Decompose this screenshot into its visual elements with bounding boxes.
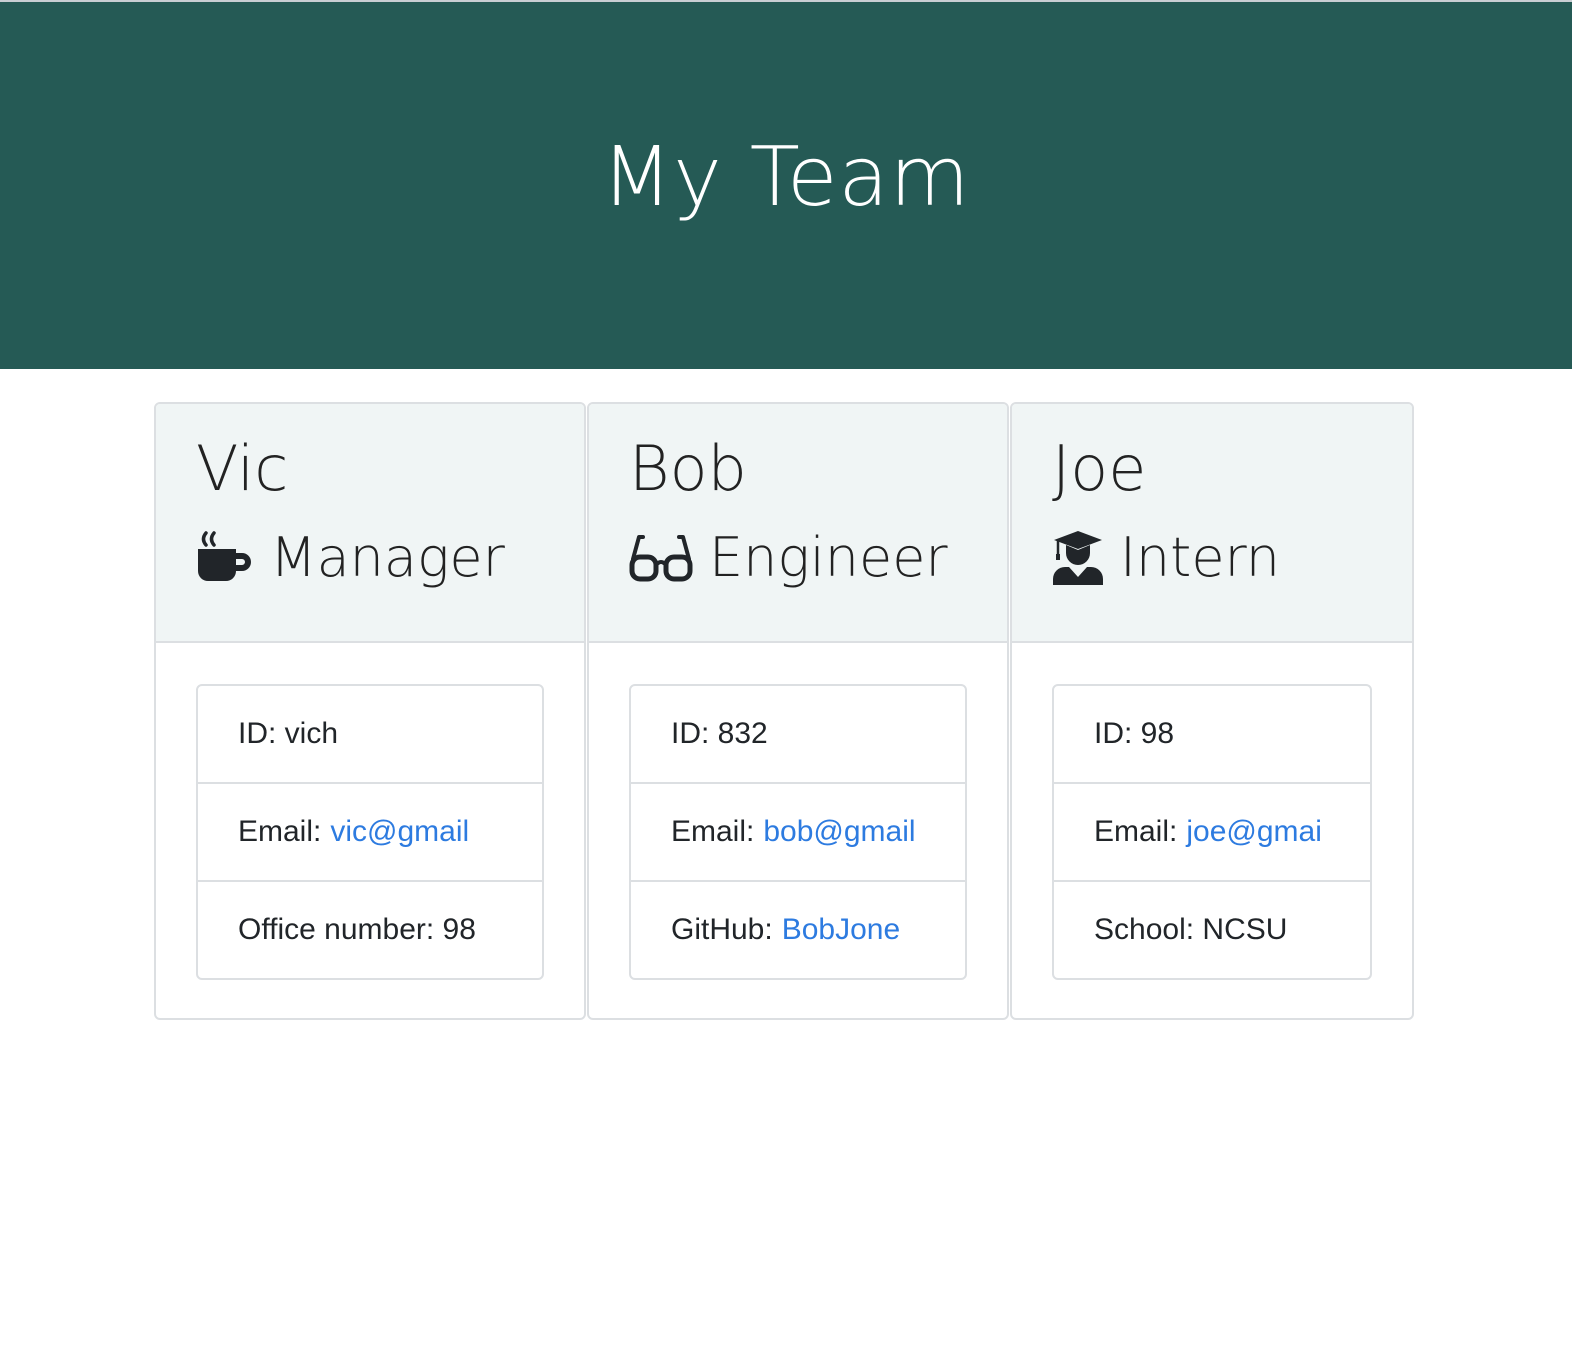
employee-role: Intern [1052,526,1280,589]
github-link[interactable]: BobJone [782,913,900,947]
page-header: My Team [0,2,1572,369]
github-label: GitHub: [671,913,773,946]
employee-name: Bob [629,432,747,505]
list-item-email: Email: vic@gmail [198,784,542,882]
role-label: Intern [1120,526,1281,589]
employee-details-list: ID: 98 Email: joe@gmai School: NCSU [1052,684,1372,980]
list-item-github: GitHub: BobJone [631,882,965,978]
card-header: Vic Manager [156,404,584,643]
employee-name: Vic [196,432,289,505]
page-title: My Team [601,130,971,225]
role-label: Engineer [709,526,948,589]
employee-card-manager: Vic Manager ID: vich Email: vic@gmail Of… [154,402,586,1020]
email-link[interactable]: vic@gmail [330,815,469,849]
graduate-icon [1052,529,1104,587]
office-number-text: Office number: 98 [238,913,476,946]
id-text: ID: vich [238,717,339,750]
list-item-email: Email: bob@gmail [631,784,965,882]
list-item-id: ID: vich [198,686,542,784]
email-label: Email: [1094,815,1178,848]
id-text: ID: 98 [1094,717,1175,750]
employee-name: Joe [1052,432,1147,505]
email-label: Email: [238,815,322,848]
email-link[interactable]: bob@gmail [763,815,915,849]
id-text: ID: 832 [671,717,768,750]
glasses-icon [629,531,693,585]
card-header: Bob Engineer [589,404,1007,643]
employee-details-list: ID: 832 Email: bob@gmail GitHub: BobJone [629,684,967,980]
employee-card-intern: Joe Intern ID: 98 Email: joe@gmai School… [1010,402,1414,1020]
employee-details-list: ID: vich Email: vic@gmail Office number:… [196,684,544,980]
list-item-email: Email: joe@gmai [1054,784,1370,882]
school-text: School: NCSU [1094,913,1288,946]
employee-card-engineer: Bob Engineer ID: 832 Email: bob@gmail Gi… [587,402,1009,1020]
list-item-school: School: NCSU [1054,882,1370,978]
email-label: Email: [671,815,755,848]
card-header: Joe Intern [1012,404,1412,643]
mug-icon [196,529,254,587]
list-item-office: Office number: 98 [198,882,542,978]
employee-role: Engineer [629,526,948,589]
list-item-id: ID: 98 [1054,686,1370,784]
employee-role: Manager [196,526,505,589]
role-label: Manager [270,526,505,589]
list-item-id: ID: 832 [631,686,965,784]
email-link[interactable]: joe@gmai [1186,815,1322,849]
